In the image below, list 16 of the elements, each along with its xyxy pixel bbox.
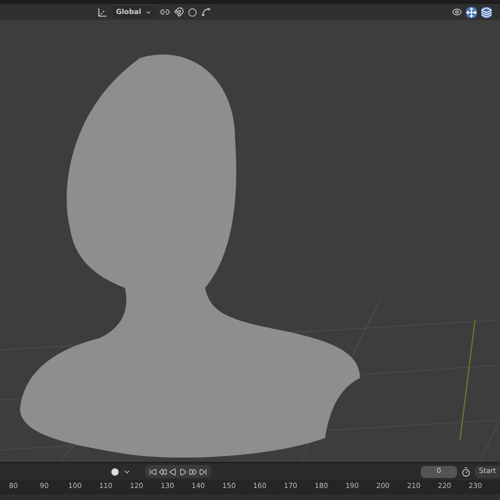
jump-end-icon[interactable] <box>199 468 207 476</box>
next-keyframe-icon[interactable] <box>189 468 197 476</box>
gizmo-toggle-icon[interactable] <box>466 6 477 18</box>
play-icon[interactable] <box>179 468 187 476</box>
falloff-icon[interactable] <box>201 7 212 17</box>
visibility-icon[interactable] <box>452 7 462 17</box>
snap-icon[interactable] <box>174 7 184 17</box>
stopwatch-icon[interactable] <box>460 466 471 476</box>
orientation-icon[interactable] <box>97 6 108 18</box>
record-icon[interactable] <box>111 468 119 476</box>
prev-keyframe-icon[interactable] <box>159 468 167 476</box>
caret-icon <box>145 8 152 16</box>
overlay-toggle-icon[interactable] <box>481 6 492 18</box>
proportional-edit-icon[interactable] <box>188 8 198 16</box>
jump-start-icon[interactable] <box>149 468 157 476</box>
play-reverse-icon[interactable] <box>169 468 177 476</box>
